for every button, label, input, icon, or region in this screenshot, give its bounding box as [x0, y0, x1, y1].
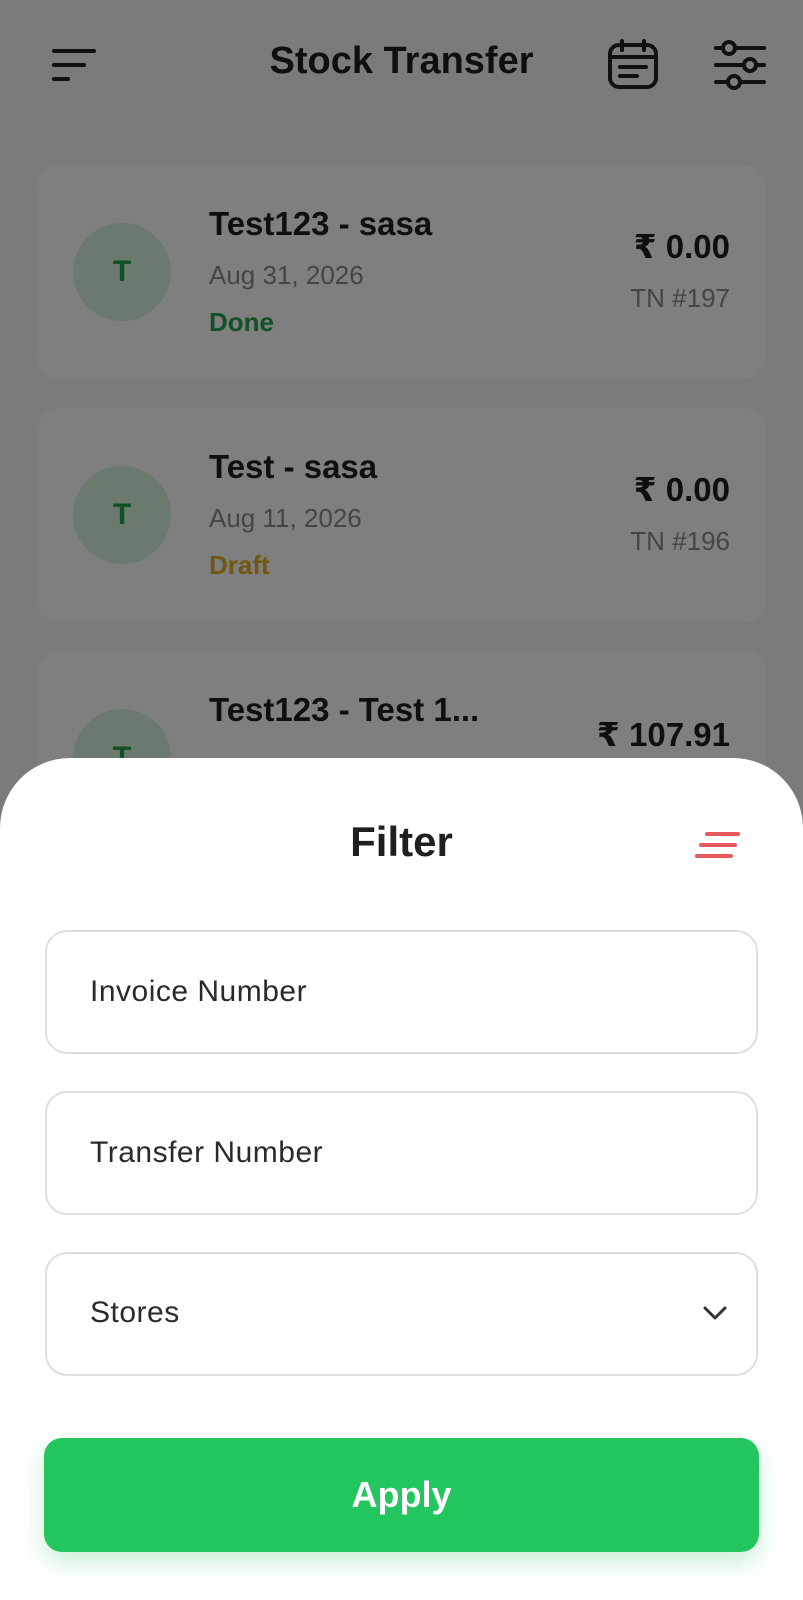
- transfer-number-input[interactable]: [90, 1093, 690, 1213]
- invoice-number-input[interactable]: [90, 932, 690, 1052]
- invoice-number-field: [45, 930, 758, 1054]
- stores-select[interactable]: Stores: [45, 1252, 758, 1376]
- chevron-down-icon: [703, 1306, 727, 1320]
- filter-title: Filter: [350, 818, 453, 865]
- apply-button[interactable]: Apply: [44, 1438, 759, 1552]
- filter-sheet: Filter Stores Apply: [0, 758, 803, 1600]
- clear-filter-icon: [695, 832, 740, 858]
- clear-filter-button[interactable]: [690, 820, 746, 870]
- stores-select-label: Stores: [90, 1296, 180, 1329]
- transfer-number-field: [45, 1091, 758, 1215]
